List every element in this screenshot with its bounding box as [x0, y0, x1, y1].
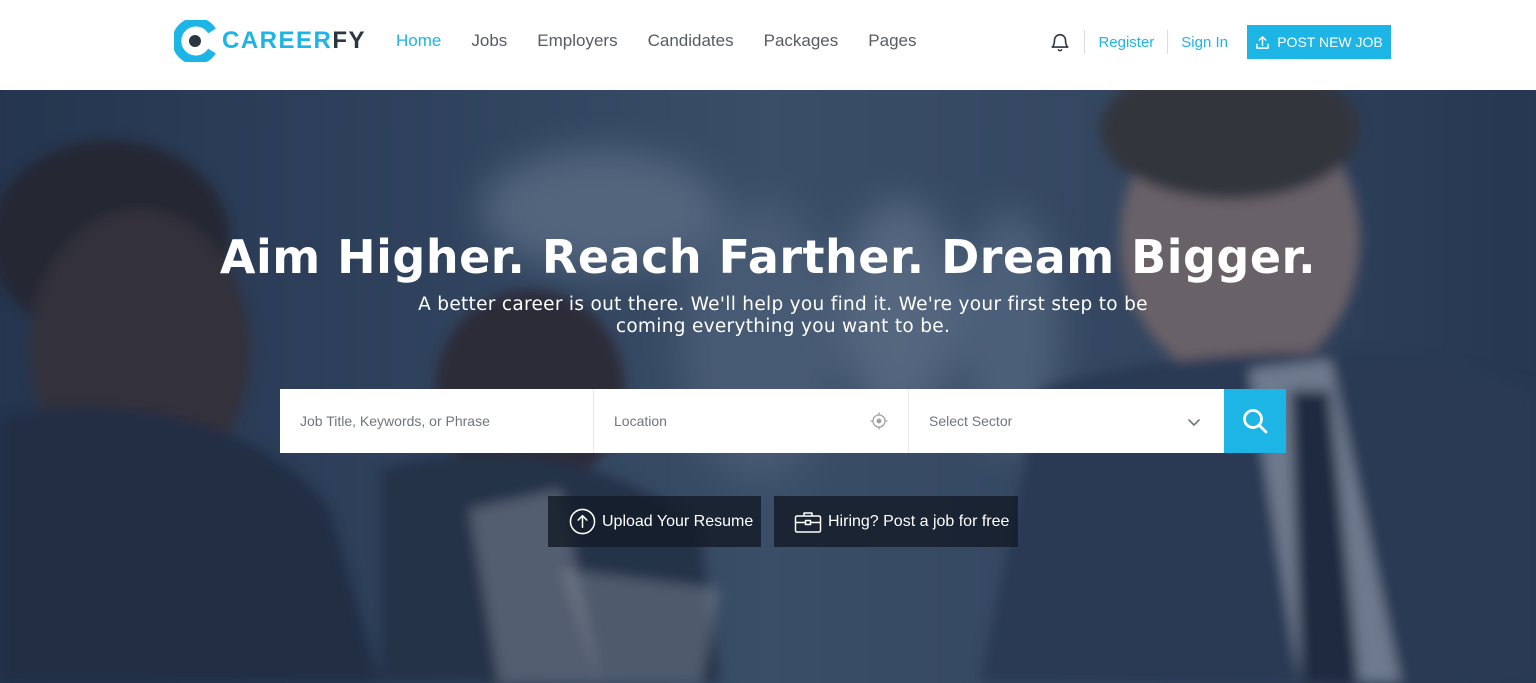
hero-actions: Upload Your Resume Hiring? Post a job fo…	[548, 496, 1018, 547]
briefcase-icon	[794, 511, 822, 533]
crosshair-icon[interactable]	[870, 412, 888, 430]
keyword-field	[280, 389, 594, 453]
register-link[interactable]: Register	[1085, 34, 1167, 51]
post-new-job-label: POST NEW JOB	[1277, 34, 1383, 50]
sector-select[interactable]: Select Sector	[909, 389, 1224, 453]
location-field	[594, 389, 909, 453]
post-new-job-button[interactable]: POST NEW JOB	[1247, 25, 1391, 59]
site-logo[interactable]: CAREERFY	[172, 17, 366, 65]
search-icon	[1243, 409, 1268, 434]
arrow-up-circle-icon	[569, 508, 596, 535]
sector-select-value: Select Sector	[929, 413, 1013, 429]
upload-resume-button[interactable]: Upload Your Resume	[548, 496, 761, 547]
location-input[interactable]	[594, 389, 908, 453]
nav-item-home[interactable]: Home	[396, 31, 441, 51]
post-job-free-button[interactable]: Hiring? Post a job for free	[774, 496, 1018, 547]
post-job-free-label: Hiring? Post a job for free	[828, 512, 1010, 530]
keyword-input[interactable]	[280, 389, 593, 453]
logo-text: CAREERFY	[222, 27, 366, 55]
upload-icon	[1256, 35, 1270, 49]
nav-item-jobs[interactable]: Jobs	[471, 31, 507, 51]
site-header: CAREERFY Home Jobs Employers Candidates …	[0, 0, 1536, 90]
hero-overlay	[0, 90, 1536, 683]
main-nav: Home Jobs Employers Candidates Packages …	[396, 0, 946, 82]
sign-in-link[interactable]: Sign In	[1168, 34, 1241, 51]
logo-text-part2: FY	[332, 27, 367, 54]
nav-item-packages[interactable]: Packages	[764, 31, 839, 51]
header-actions: Register Sign In POST NEW JOB	[1049, 25, 1391, 59]
job-search-bar: Select Sector	[280, 389, 1286, 453]
logo-mark-icon	[172, 17, 216, 65]
nav-item-pages[interactable]: Pages	[868, 31, 916, 51]
hero-headline: Aim Higher. Reach Farther. Dream Bigger.	[219, 230, 1317, 284]
bell-icon[interactable]	[1049, 31, 1071, 53]
nav-item-employers[interactable]: Employers	[537, 31, 617, 51]
upload-resume-label: Upload Your Resume	[602, 512, 754, 530]
nav-item-candidates[interactable]: Candidates	[648, 31, 734, 51]
hero-section: Aim Higher. Reach Farther. Dream Bigger.…	[0, 90, 1536, 683]
hero-subheadline: A better career is out there. We'll help…	[418, 294, 1148, 337]
logo-text-part1: CAREER	[222, 27, 333, 54]
search-button[interactable]	[1224, 389, 1286, 453]
chevron-down-icon	[1186, 414, 1202, 430]
